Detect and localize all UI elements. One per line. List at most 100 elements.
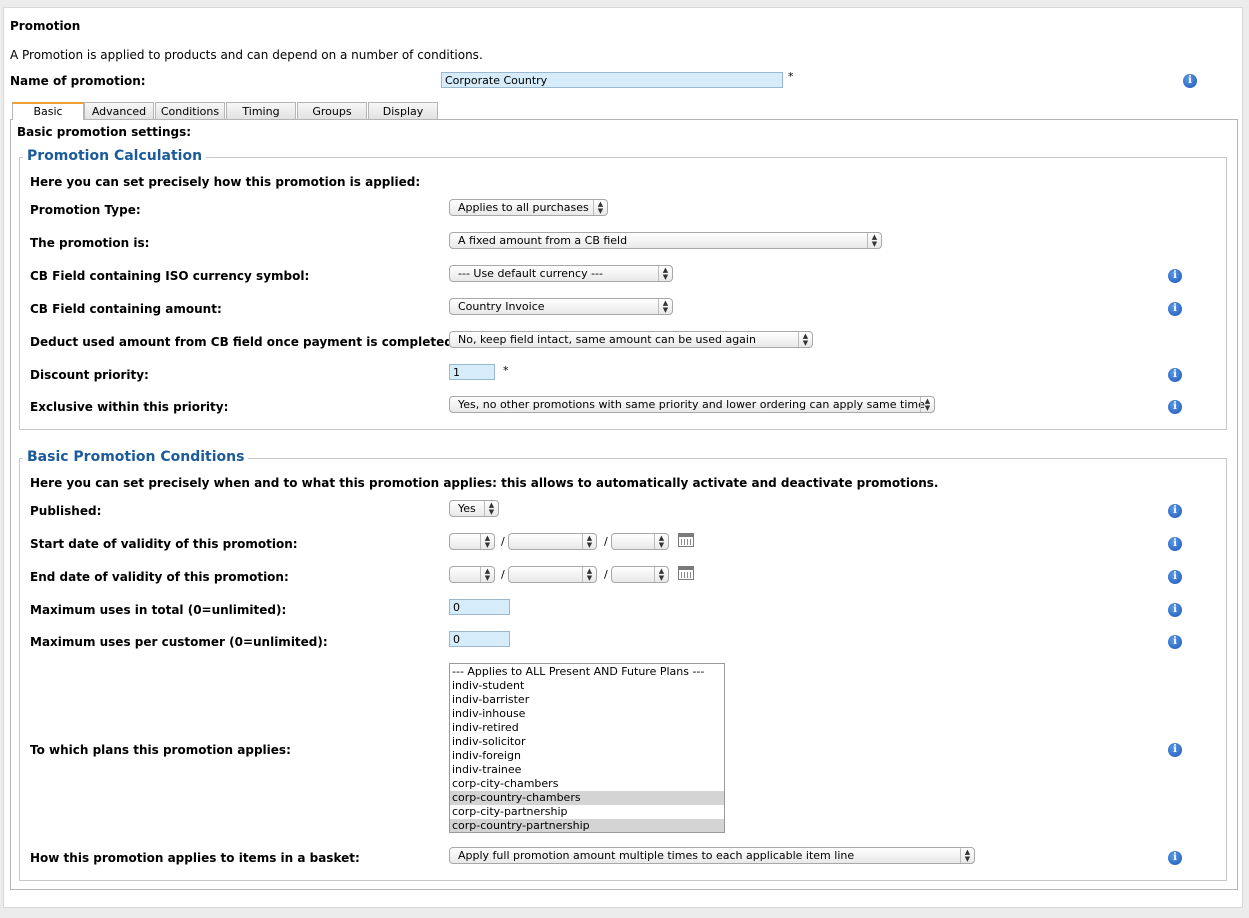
info-icon[interactable]: i — [1168, 302, 1182, 316]
updown-arrows-icon: ▲ ▼ — [582, 534, 596, 549]
start-day-select[interactable]: ▲ ▼ — [449, 533, 495, 550]
updown-arrows-icon: ▲ ▼ — [658, 266, 672, 281]
tab-conditions[interactable]: Conditions — [155, 102, 225, 119]
start-date-label: Start date of validity of this promotion… — [30, 537, 298, 551]
list-item[interactable]: corp-city-partnership — [450, 805, 724, 819]
tab-timing[interactable]: Timing — [226, 102, 296, 119]
required-mark: * — [788, 70, 794, 83]
tab-advanced[interactable]: Advanced — [84, 102, 154, 119]
info-icon[interactable]: i — [1168, 269, 1182, 283]
updown-arrows-icon: ▲ ▼ — [920, 397, 934, 412]
page-description: A Promotion is applied to products and c… — [10, 48, 483, 62]
priority-input[interactable]: 1 — [449, 364, 495, 380]
list-item[interactable]: corp-city-chambers — [450, 777, 724, 791]
date-separator: / — [501, 568, 505, 581]
info-icon[interactable]: i — [1168, 851, 1182, 865]
list-item[interactable]: indiv-foreign — [450, 749, 724, 763]
list-item-selected[interactable]: corp-country-chambers — [450, 791, 724, 805]
max-customer-label: Maximum uses per customer (0=unlimited): — [30, 635, 328, 649]
basket-value: Apply full promotion amount multiple tim… — [458, 849, 855, 862]
basket-select[interactable]: Apply full promotion amount multiple tim… — [449, 847, 975, 864]
promotion-type-value: Applies to all purchases — [458, 201, 589, 214]
info-icon[interactable]: i — [1168, 400, 1182, 414]
list-item[interactable]: indiv-trainee — [450, 763, 724, 777]
list-item[interactable]: indiv-barrister — [450, 693, 724, 707]
info-icon[interactable]: i — [1168, 570, 1182, 584]
tab-display[interactable]: Display — [368, 102, 438, 119]
amount-field-label: CB Field containing amount: — [30, 302, 222, 316]
promotion-name-input[interactable]: Corporate Country — [441, 72, 783, 88]
promotion-calculation-legend: Promotion Calculation — [23, 148, 207, 164]
updown-arrows-icon: ▲ ▼ — [480, 567, 494, 582]
date-separator: / — [604, 568, 608, 581]
max-total-label: Maximum uses in total (0=unlimited): — [30, 603, 287, 617]
start-year-select[interactable]: ▲ ▼ — [611, 533, 669, 550]
calendar-icon[interactable] — [678, 566, 694, 580]
published-value: Yes — [458, 502, 476, 515]
promotion-is-value: A fixed amount from a CB field — [458, 234, 628, 247]
tab-basic[interactable]: Basic — [12, 102, 84, 120]
published-label: Published: — [30, 504, 102, 518]
info-icon[interactable]: i — [1168, 368, 1182, 382]
list-item[interactable]: indiv-retired — [450, 721, 724, 735]
promotion-is-label: The promotion is: — [30, 236, 150, 250]
list-item[interactable]: indiv-inhouse — [450, 707, 724, 721]
promotion-is-select[interactable]: A fixed amount from a CB field ▲ ▼ — [449, 232, 882, 249]
list-item-selected[interactable]: corp-country-partnership — [450, 819, 724, 832]
exclusive-value: Yes, no other promotions with same prior… — [458, 398, 925, 411]
updown-arrows-icon: ▲ ▼ — [658, 299, 672, 314]
promotion-type-select[interactable]: Applies to all purchases ▲ ▼ — [449, 199, 608, 216]
deduct-value: No, keep field intact, same amount can b… — [458, 333, 756, 346]
amount-field-value: Country Invoice — [458, 300, 545, 313]
plans-label: To which plans this promotion applies: — [30, 743, 291, 757]
info-icon[interactable]: i — [1183, 74, 1197, 88]
info-icon[interactable]: i — [1168, 504, 1182, 518]
updown-arrows-icon: ▲ ▼ — [484, 501, 498, 516]
end-month-select[interactable]: ▲ ▼ — [508, 566, 597, 583]
info-icon[interactable]: i — [1168, 537, 1182, 551]
max-total-input[interactable]: 0 — [449, 599, 510, 615]
promotion-type-label: Promotion Type: — [30, 203, 141, 217]
calculation-intro: Here you can set precisely how this prom… — [30, 175, 421, 189]
tab-groups[interactable]: Groups — [297, 102, 367, 119]
end-day-select[interactable]: ▲ ▼ — [449, 566, 495, 583]
promotion-conditions-legend: Basic Promotion Conditions — [23, 449, 249, 465]
currency-field-select[interactable]: --- Use default currency --- ▲ ▼ — [449, 265, 673, 282]
basket-label: How this promotion applies to items in a… — [30, 851, 360, 865]
list-item[interactable]: indiv-student — [450, 679, 724, 693]
name-label: Name of promotion: — [10, 74, 146, 88]
amount-field-select[interactable]: Country Invoice ▲ ▼ — [449, 298, 673, 315]
panel-heading: Basic promotion settings: — [17, 125, 192, 139]
plans-listbox[interactable]: --- Applies to ALL Present AND Future Pl… — [449, 663, 725, 833]
updown-arrows-icon: ▲ ▼ — [654, 567, 668, 582]
updown-arrows-icon: ▲ ▼ — [480, 534, 494, 549]
currency-field-label: CB Field containing ISO currency symbol: — [30, 269, 310, 283]
updown-arrows-icon: ▲ ▼ — [798, 332, 812, 347]
info-icon[interactable]: i — [1168, 603, 1182, 617]
end-year-select[interactable]: ▲ ▼ — [611, 566, 669, 583]
updown-arrows-icon: ▲ ▼ — [960, 848, 974, 863]
date-separator: / — [604, 535, 608, 548]
updown-arrows-icon: ▲ ▼ — [654, 534, 668, 549]
calendar-icon[interactable] — [678, 533, 694, 547]
deduct-select[interactable]: No, keep field intact, same amount can b… — [449, 331, 813, 348]
max-customer-input[interactable]: 0 — [449, 631, 510, 647]
updown-arrows-icon: ▲ ▼ — [867, 233, 881, 248]
date-separator: / — [501, 535, 505, 548]
page-title: Promotion — [10, 19, 81, 33]
info-icon[interactable]: i — [1168, 743, 1182, 757]
updown-arrows-icon: ▲ ▼ — [593, 200, 607, 215]
start-month-select[interactable]: ▲ ▼ — [508, 533, 597, 550]
currency-field-value: --- Use default currency --- — [458, 267, 603, 280]
info-icon[interactable]: i — [1168, 635, 1182, 649]
conditions-intro: Here you can set precisely when and to w… — [30, 476, 939, 490]
list-item[interactable]: indiv-solicitor — [450, 735, 724, 749]
priority-label: Discount priority: — [30, 368, 149, 382]
exclusive-label: Exclusive within this priority: — [30, 400, 229, 414]
list-item[interactable]: --- Applies to ALL Present AND Future Pl… — [450, 665, 724, 679]
promotion-calculation-fieldset — [19, 157, 1227, 430]
exclusive-select[interactable]: Yes, no other promotions with same prior… — [449, 396, 935, 413]
updown-arrows-icon: ▲ ▼ — [582, 567, 596, 582]
deduct-label: Deduct used amount from CB field once pa… — [30, 335, 458, 349]
published-select[interactable]: Yes ▲ ▼ — [449, 500, 499, 517]
